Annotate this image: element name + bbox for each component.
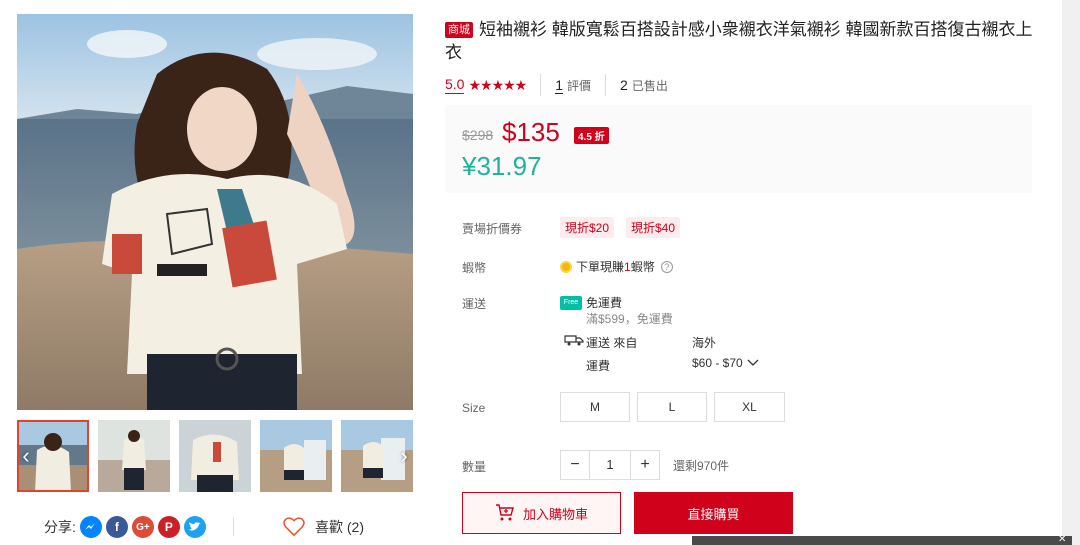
sold-separator — [605, 74, 607, 96]
stock-remaining: 還剩970件 — [673, 459, 730, 473]
truck-icon — [564, 333, 584, 349]
buy-now-label: 直接購買 — [687, 506, 740, 522]
chevron-down-icon — [747, 359, 759, 366]
thumbnail-prev-arrow-icon[interactable]: ‹ — [17, 444, 35, 468]
coins-label: 蝦幣 — [462, 261, 487, 275]
current-price: $135 — [502, 117, 560, 147]
thumbnail-2[interactable] — [98, 420, 170, 492]
converted-price: ¥31.97 — [462, 151, 542, 181]
reviews-count[interactable]: 1 — [555, 77, 564, 94]
like-label: 喜歡 (2) — [315, 519, 364, 535]
voucher-tag-1[interactable]: 現折$20 — [560, 217, 615, 238]
pinterest-icon[interactable]: P — [157, 516, 180, 538]
product-main-image[interactable] — [17, 14, 413, 410]
cart-icon — [495, 504, 514, 521]
free-shipping: Free 免運費 — [560, 294, 622, 311]
product-card: ‹ › 分享: f G+ P 喜歡 (2) 商城 短袖襯衫 韓版寬鬆百搭設計感小衆… — [0, 0, 1062, 545]
ship-from-label: 運送 來自 — [586, 336, 638, 350]
product-title: 商城 短袖襯衫 韓版寬鬆百搭設計感小衆襯衣洋氣襯衫 韓國新款百搭復古襯衣上衣 — [445, 18, 1035, 64]
size-option-m[interactable]: M — [560, 392, 630, 422]
bottom-overlay-bar — [692, 536, 1072, 545]
thumbnail-4[interactable] — [260, 420, 332, 492]
rating-stars-icon: ★★★★★ — [468, 76, 527, 93]
google-plus-icon[interactable]: G+ — [131, 516, 154, 538]
rating-score[interactable]: 5.0 — [445, 76, 465, 94]
messenger-icon[interactable] — [79, 516, 102, 538]
size-option-l[interactable]: L — [637, 392, 707, 422]
shipping-label: 運送 — [462, 297, 487, 311]
quantity-decrease-button[interactable]: − — [561, 451, 589, 479]
rating-separator — [540, 74, 542, 96]
reviews-label: 評價 — [567, 78, 592, 93]
coins-text-before: 下單現賺 — [576, 260, 625, 274]
thumbnail-strip: ‹ › — [17, 420, 413, 492]
voucher-label: 賣場折價券 — [462, 222, 523, 236]
coin-icon — [560, 260, 572, 273]
sold-label: 已售出 — [631, 78, 668, 93]
quantity-increase-button[interactable]: + — [631, 451, 659, 479]
mall-badge: 商城 — [445, 22, 473, 38]
help-icon[interactable]: ? — [660, 260, 673, 273]
buy-now-button[interactable]: 直接購買 — [634, 492, 793, 534]
heart-icon — [283, 517, 305, 537]
share-like-divider — [233, 518, 234, 536]
facebook-icon[interactable]: f — [105, 516, 128, 538]
voucher-tag-2[interactable]: 現折$40 — [626, 217, 681, 238]
shipping-fee-dropdown[interactable]: $60 - $70 — [692, 356, 759, 370]
size-label: Size — [462, 401, 486, 415]
free-shipping-condition: 滿$599，免運費 — [586, 312, 673, 326]
page-scroll-gutter — [1062, 0, 1080, 545]
coins-info: 下單現賺 1 蝦幣 ? — [560, 258, 673, 275]
quantity-label: 數量 — [462, 460, 487, 474]
free-shipping-icon: Free — [560, 295, 582, 310]
share-row: 分享: f G+ P — [44, 514, 206, 540]
product-title-text: 短袖襯衫 韓版寬鬆百搭設計感小衆襯衣洋氣襯衫 韓國新款百搭復古襯衣上衣 — [445, 20, 1033, 62]
free-shipping-title: 免運費 — [586, 296, 623, 310]
add-to-cart-label: 加入購物車 — [522, 506, 588, 522]
shipping-fee-label: 運費 — [586, 359, 611, 373]
shipping-fee-value: $60 - $70 — [692, 356, 743, 370]
share-label: 分享: — [44, 519, 76, 535]
twitter-icon[interactable] — [183, 516, 206, 538]
rating-row: 5.0 ★★★★★ 1 評價 2 已售出 — [445, 74, 668, 96]
add-to-cart-button[interactable]: 加入購物車 — [462, 492, 621, 534]
sold-count: 2 — [620, 77, 628, 93]
coins-amount: 1 — [624, 259, 631, 274]
original-price: $298 — [462, 127, 494, 143]
like-button[interactable]: 喜歡 (2) — [283, 514, 364, 540]
thumbnail-3[interactable] — [179, 420, 251, 492]
size-option-xl[interactable]: XL — [714, 392, 785, 422]
quantity-input[interactable]: 1 — [589, 451, 631, 479]
discount-badge: 4.5 折 — [574, 127, 609, 144]
price-box: $298 $135 4.5 折 ¥31.97 — [445, 105, 1032, 193]
close-icon[interactable]: ✕ — [1058, 534, 1066, 545]
thumbnail-next-arrow-icon[interactable]: › — [395, 444, 413, 468]
quantity-stepper: − 1 + — [560, 450, 660, 480]
ship-from-value: 海外 — [692, 336, 717, 350]
coins-text-after: 蝦幣 — [630, 260, 655, 274]
